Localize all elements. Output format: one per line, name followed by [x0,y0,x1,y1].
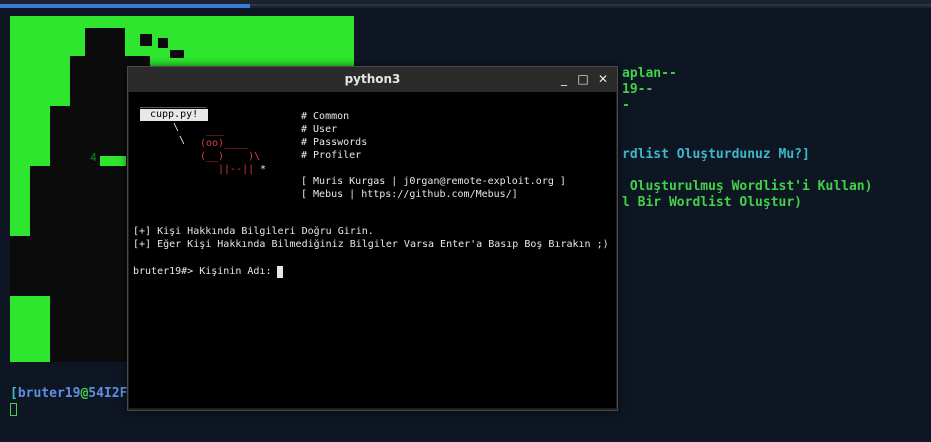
prompt-bracket: [ [10,386,18,401]
window-title: python3 [344,72,401,86]
credit-line: [ Muris Kurgas | j0rgan@remote-exploit.o… [301,176,566,187]
cow-body: (__) )\ [200,151,261,162]
bg-line: l Bir Wordlist Oluştur) [622,195,803,210]
ascii-rule: ___________ [140,97,207,108]
terminal-cursor [10,403,17,416]
prompt-host: 54I2F [88,386,128,401]
shell-prompt: [bruter19@54I2F [10,386,127,401]
ascii-line: \ [173,135,186,146]
cow-legs: ||--|| [218,164,255,175]
menu-item: # Profiler [301,150,362,161]
maximize-button[interactable]: □ [575,71,591,87]
top-tab-bar [0,0,931,8]
minimize-button[interactable]: _ [556,71,572,87]
cow-face: (oo)____ [200,138,249,149]
cow-top: ___ [200,125,225,136]
tab-bar-track [250,4,931,6]
bg-line: Oluşturulmuş Wordlist'i Kullan) [622,179,873,194]
bg-line: - [622,98,630,113]
input-prompt: bruter19#> Kişinin Adı: [133,266,278,277]
credit-line: [ Mebus | https://github.com/Mebus/] [301,189,518,200]
menu-item: # Passwords [301,137,368,148]
prompt-user: bruter19 [17,386,81,401]
terminal-output[interactable]: ___________ cupp.py! \ \ ___ (oo)____ (_… [129,92,616,408]
bg-line: rdlist Oluşturdunuz Mu?] [622,147,810,162]
python3-window[interactable]: python3 _ □ ✕ ___________ cupp.py! \ \ _… [127,66,618,411]
ascii-line: \ [173,122,180,133]
info-line: [+] Eğer Kişi Hakkında Bilmediğiniz Bilg… [133,239,609,250]
window-titlebar[interactable]: python3 _ □ ✕ [128,67,617,92]
bg-line: 19-- [622,82,654,97]
close-button[interactable]: ✕ [595,71,611,87]
cupp-label: cupp.py! [140,109,209,121]
info-line: [+] Kişi Hakkında Bilgileri Doğru Girin. [133,226,374,237]
ascii-star: * [260,164,267,175]
bg-line: aplan-- [622,66,677,81]
menu-item: # User [301,124,338,135]
menu-item: # Common [301,111,350,122]
input-cursor[interactable] [277,266,283,278]
banner-glyph: 4 [90,151,97,164]
